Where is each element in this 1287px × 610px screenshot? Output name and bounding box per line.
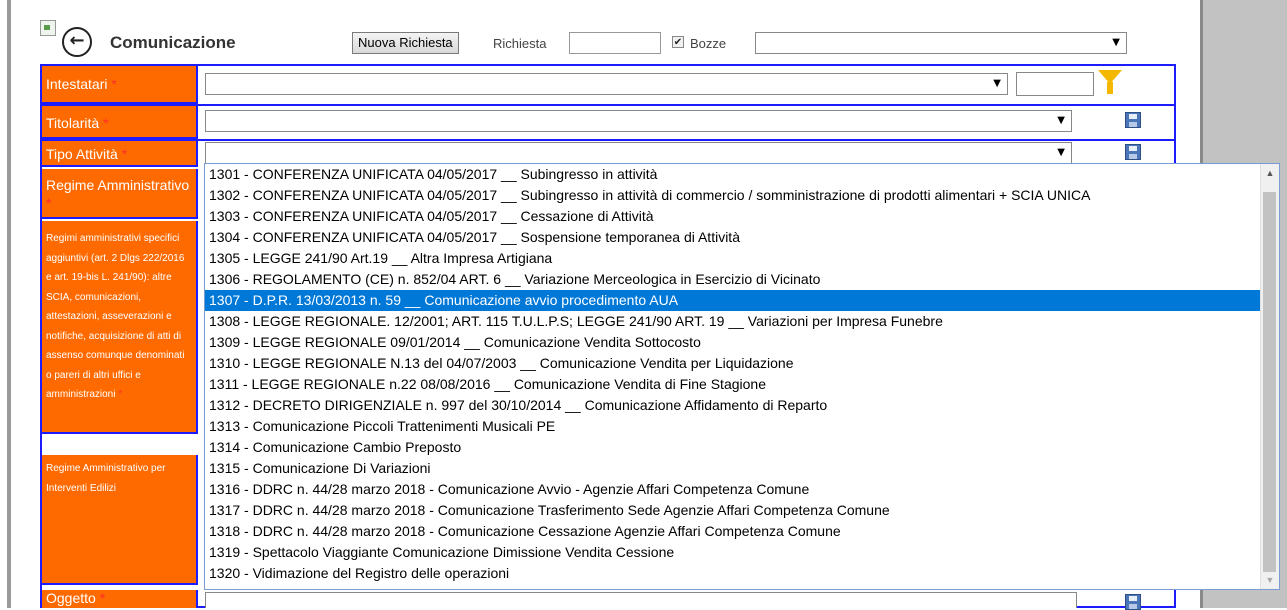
dropdown-option[interactable]: 1313 - Comunicazione Piccoli Trattenimen… — [205, 416, 1261, 437]
oggetto-label: Oggetto * — [42, 590, 198, 608]
dropdown-option[interactable]: 1308 - LEGGE REGIONALE. 12/2001; ART. 11… — [205, 311, 1261, 332]
dropdown-options: 1301 - CONFERENZA UNIFICATA 04/05/2017 _… — [205, 164, 1279, 584]
request-label: Richiesta — [493, 36, 547, 51]
dropdown-option[interactable]: 1302 - CONFERENZA UNIFICATA 04/05/2017 _… — [205, 185, 1261, 206]
drafts-label: Bozze — [690, 36, 727, 51]
scrollbar-thumb[interactable] — [1263, 192, 1276, 572]
oggetto-label-text: Oggetto — [46, 590, 96, 606]
tipo-attivita-label-text: Tipo Attività — [46, 146, 118, 162]
intestatari-label: Intestatari * — [42, 66, 198, 104]
regimi-aggiuntivi-label-text: Regimi amministrativi specifici aggiunti… — [46, 233, 185, 400]
drafts-checkbox[interactable]: ✔ — [672, 36, 684, 48]
regime-edilizi-label: Regime Amministrativo per Interventi Edi… — [42, 455, 198, 585]
back-arrow-icon[interactable]: ← — [62, 27, 92, 57]
scroll-down-arrow-icon[interactable]: ▼ — [1261, 571, 1279, 589]
dropdown-option[interactable]: 1312 - DECRETO DIRIGENZIALE n. 997 del 3… — [205, 395, 1261, 416]
dropdown-option[interactable]: 1304 - CONFERENZA UNIFICATA 04/05/2017 _… — [205, 227, 1261, 248]
dropdown-option[interactable]: 1315 - Comunicazione Di Variazioni — [205, 458, 1261, 479]
dropdown-scrollbar[interactable]: ▲ ▼ — [1260, 164, 1279, 589]
save-icon[interactable] — [1125, 112, 1141, 128]
dropdown-option[interactable]: 1319 - Spettacolo Viaggiante Comunicazio… — [205, 542, 1261, 563]
left-border — [0, 0, 11, 608]
tipo-attivita-select[interactable]: ▼ — [205, 142, 1072, 164]
row-divider — [42, 104, 1174, 106]
request-input[interactable] — [569, 32, 661, 54]
required-mark: * — [121, 146, 128, 162]
chevron-down-icon: ▼ — [1057, 115, 1065, 126]
required-mark: * — [99, 590, 106, 606]
dropdown-option[interactable]: 1301 - CONFERENZA UNIFICATA 04/05/2017 _… — [205, 164, 1261, 185]
oggetto-input[interactable] — [205, 592, 1077, 608]
dropdown-option[interactable]: 1307 - D.P.R. 13/03/2013 n. 59 __ Comuni… — [205, 290, 1261, 311]
required-mark: * — [103, 115, 109, 131]
required-mark: * — [46, 195, 52, 211]
required-mark: * — [118, 389, 123, 400]
regime-amministrativo-label-text: Regime Amministrativo — [46, 177, 190, 193]
dropdown-option[interactable]: 1309 - LEGGE REGIONALE 09/01/2014 __ Com… — [205, 332, 1261, 353]
tipo-attivita-label: Tipo Attività * — [42, 141, 198, 167]
chevron-down-icon: ▼ — [993, 78, 1001, 89]
page-title: Comunicazione — [110, 33, 236, 52]
dropdown-option[interactable]: 1316 - DDRC n. 44/28 marzo 2018 - Comuni… — [205, 479, 1261, 500]
intestatari-filter-input[interactable] — [1016, 72, 1094, 96]
dropdown-option[interactable]: 1303 - CONFERENZA UNIFICATA 04/05/2017 _… — [205, 206, 1261, 227]
save-icon[interactable] — [1125, 144, 1141, 160]
dropdown-option[interactable]: 1306 - REGOLAMENTO (CE) n. 852/04 ART. 6… — [205, 269, 1261, 290]
titolarita-select[interactable]: ▼ — [205, 110, 1072, 132]
chevron-down-icon: ▼ — [1112, 37, 1120, 48]
regime-amministrativo-label: Regime Amministrativo * — [42, 169, 198, 219]
dropdown-option[interactable]: 1318 - DDRC n. 44/28 marzo 2018 - Comuni… — [205, 521, 1261, 542]
dropdown-option[interactable]: 1320 - Vidimazione del Registro delle op… — [205, 563, 1261, 584]
row-divider — [42, 139, 1174, 141]
dropdown-option[interactable]: 1305 - LEGGE 241/90 Art.19 __ Altra Impr… — [205, 248, 1261, 269]
draft-select[interactable]: ▼ — [755, 32, 1127, 54]
dropdown-option[interactable]: 1311 - LEGGE REGIONALE n.22 08/08/2016 _… — [205, 374, 1261, 395]
required-mark: * — [111, 76, 117, 92]
intestatari-select[interactable]: ▼ — [205, 73, 1008, 95]
titolarita-label: Titolarità * — [42, 106, 198, 139]
filter-icon[interactable] — [1098, 70, 1122, 94]
dropdown-option[interactable]: 1317 - DDRC n. 44/28 marzo 2018 - Comuni… — [205, 500, 1261, 521]
dropdown-option[interactable]: 1310 - LEGGE REGIONALE N.13 del 04/07/20… — [205, 353, 1261, 374]
tipo-attivita-dropdown-list[interactable]: 1301 - CONFERENZA UNIFICATA 04/05/2017 _… — [204, 163, 1280, 590]
chevron-down-icon: ▼ — [1057, 147, 1065, 158]
dropdown-option[interactable]: 1314 - Comunicazione Cambio Preposto — [205, 437, 1261, 458]
new-request-button[interactable]: Nuova Richiesta — [352, 32, 459, 54]
regimi-aggiuntivi-label: Regimi amministrativi specifici aggiunti… — [42, 221, 198, 434]
broken-image-icon — [40, 20, 56, 36]
intestatari-label-text: Intestatari — [46, 76, 108, 92]
titolarita-label-text: Titolarità — [46, 115, 100, 131]
scroll-up-arrow-icon[interactable]: ▲ — [1261, 164, 1279, 182]
regime-edilizi-label-text: Regime Amministrativo per Interventi Edi… — [46, 463, 166, 494]
